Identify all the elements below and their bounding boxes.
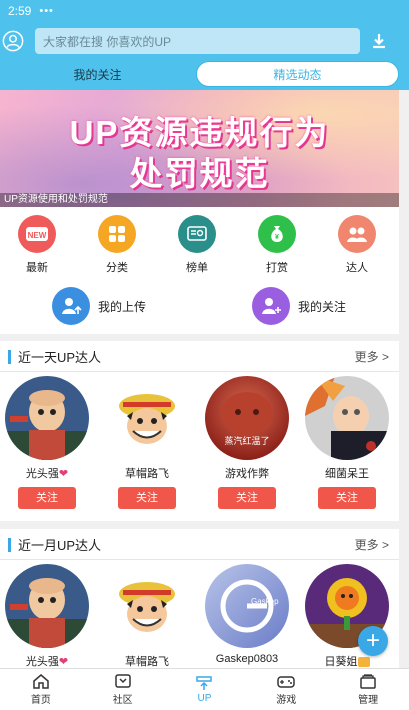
feed-tabs: 我的关注 精选动态 bbox=[0, 61, 409, 87]
menu-label-category: 分类 bbox=[106, 262, 128, 274]
uploader-card[interactable]: 蒸汽红温了 游戏作弊 关注 bbox=[205, 376, 289, 509]
gamepad-icon bbox=[277, 676, 296, 688]
section-month-experts: 近一月UP达人 更多 > 光头强❤ 草帽路飞 Gaskep Gaskep0803… bbox=[0, 529, 399, 668]
svg-text:¥: ¥ bbox=[275, 234, 279, 241]
profile-icon[interactable] bbox=[2, 30, 24, 52]
user-follow-icon bbox=[252, 287, 290, 325]
status-time: 2:59 bbox=[8, 4, 32, 18]
user-upload-icon bbox=[52, 287, 90, 325]
uploader-card[interactable]: 光头强❤ 关注 bbox=[5, 376, 89, 509]
new-badge-icon: NEW bbox=[18, 215, 56, 253]
search-placeholder: 大家都在搜 你喜欢的UP bbox=[43, 34, 172, 49]
status-dots: ••• bbox=[39, 5, 54, 17]
top-bar: 2:59 ••• 大家都在搜 你喜欢的UP 我的关注 精选动态 bbox=[0, 0, 409, 90]
menu-item-ranking[interactable]: 榜单 bbox=[172, 215, 222, 275]
section-header-day: 近一天UP达人 更多 > bbox=[0, 341, 399, 372]
my-follows-button[interactable]: 我的关注 bbox=[252, 287, 346, 325]
more-link-day[interactable]: 更多 > bbox=[355, 348, 389, 365]
section-divider bbox=[0, 371, 399, 372]
grid-icon bbox=[98, 215, 136, 253]
avatar[interactable] bbox=[5, 376, 89, 460]
my-uploads-label: 我的上传 bbox=[98, 299, 147, 314]
section-accent-bar bbox=[8, 538, 11, 552]
bottom-nav: 首页 社区 UP 游戏 管理 bbox=[0, 668, 409, 710]
uploader-card[interactable]: 细菌呆王 关注 bbox=[305, 376, 389, 509]
menu-label-reward: 打赏 bbox=[266, 262, 288, 274]
nav-manage[interactable]: 管理 bbox=[327, 669, 409, 710]
menu-item-category[interactable]: 分类 bbox=[92, 215, 142, 275]
svg-text:NEW: NEW bbox=[28, 231, 47, 240]
tab-featured[interactable]: 精选动态 bbox=[196, 61, 399, 87]
more-link-month[interactable]: 更多 > bbox=[355, 536, 389, 553]
nav-community[interactable]: 社区 bbox=[82, 669, 164, 710]
heart-icon: ❤ bbox=[58, 656, 69, 668]
avatar[interactable] bbox=[105, 376, 189, 460]
manage-icon bbox=[360, 674, 376, 689]
menu-label-newest: 最新 bbox=[26, 262, 48, 274]
section-title-month: 近一月UP达人 bbox=[18, 537, 102, 553]
my-follows-label: 我的关注 bbox=[298, 299, 347, 314]
follow-button[interactable]: 关注 bbox=[318, 487, 376, 509]
menu-item-newest[interactable]: NEW 最新 bbox=[12, 215, 62, 275]
avatar[interactable] bbox=[105, 564, 189, 648]
section-accent-bar bbox=[8, 350, 11, 364]
section-divider bbox=[0, 559, 399, 560]
banner-title-line2: 处罚规范 bbox=[129, 155, 270, 192]
nav-community-label: 社区 bbox=[112, 695, 133, 706]
tab-my-follow[interactable]: 我的关注 bbox=[0, 61, 195, 87]
banner[interactable]: UP资源违规行为 处罚规范 UP资源使用和处罚规范 bbox=[0, 90, 399, 207]
svg-text:Gaskep: Gaskep bbox=[251, 597, 279, 606]
people-icon bbox=[338, 215, 376, 253]
svg-text:蒸汽红温了: 蒸汽红温了 bbox=[224, 435, 269, 447]
uploader-card[interactable]: 草帽路飞 bbox=[105, 564, 189, 668]
download-icon[interactable] bbox=[370, 32, 388, 50]
avatar[interactable] bbox=[305, 376, 389, 460]
menu-label-ranking: 榜单 bbox=[186, 262, 208, 274]
community-icon bbox=[114, 674, 131, 688]
menu-label-experts: 达人 bbox=[346, 262, 368, 274]
menu-panel: NEW 最新 分类 榜单 ¥ 打赏 达人 我的上传 我的关注 bbox=[0, 207, 399, 334]
uploader-card[interactable]: 草帽路飞 关注 bbox=[105, 376, 189, 509]
my-uploads-button[interactable]: 我的上传 bbox=[52, 287, 146, 325]
avatar[interactable]: 蒸汽红温了 bbox=[205, 376, 289, 460]
crown-icon bbox=[357, 657, 370, 668]
status-bar: 2:59 ••• bbox=[0, 0, 409, 20]
home-icon bbox=[33, 674, 49, 689]
uploader-name: 光头强❤ bbox=[25, 656, 69, 668]
follow-button[interactable]: 关注 bbox=[18, 487, 76, 509]
upload-icon bbox=[196, 676, 213, 690]
uploader-card[interactable]: Gaskep Gaskep0803 bbox=[205, 564, 289, 665]
certificate-icon bbox=[178, 215, 216, 253]
banner-caption: UP资源使用和处罚规范 bbox=[0, 193, 399, 207]
money-bag-icon: ¥ bbox=[258, 215, 296, 253]
avatar[interactable] bbox=[5, 564, 89, 648]
uploader-card[interactable]: 光头强❤ bbox=[5, 564, 89, 668]
follow-button[interactable]: 关注 bbox=[118, 487, 176, 509]
uploader-name: 光头强❤ bbox=[25, 468, 69, 480]
add-fab-button[interactable]: + bbox=[358, 626, 388, 656]
menu-item-reward[interactable]: ¥ 打赏 bbox=[252, 215, 302, 275]
uploader-name: 游戏作弊 bbox=[225, 468, 269, 480]
follow-button[interactable]: 关注 bbox=[218, 487, 276, 509]
nav-manage-label: 管理 bbox=[358, 695, 379, 706]
nav-home-label: 首页 bbox=[30, 695, 51, 706]
avatar[interactable]: Gaskep bbox=[205, 564, 289, 648]
uploader-name: 草帽路飞 bbox=[125, 656, 169, 668]
search-input[interactable]: 大家都在搜 你喜欢的UP bbox=[35, 28, 360, 54]
menu-item-experts[interactable]: 达人 bbox=[332, 215, 382, 275]
uploader-name: Gaskep0803 bbox=[215, 653, 279, 665]
nav-up[interactable]: UP bbox=[164, 669, 246, 710]
section-title-day: 近一天UP达人 bbox=[18, 349, 102, 365]
nav-home[interactable]: 首页 bbox=[0, 669, 82, 710]
heart-icon: ❤ bbox=[58, 468, 69, 480]
nav-games-label: 游戏 bbox=[276, 695, 297, 706]
uploader-name: 细菌呆王 bbox=[325, 468, 369, 480]
nav-up-label: UP bbox=[197, 693, 212, 704]
search-row: 大家都在搜 你喜欢的UP bbox=[0, 28, 409, 56]
section-day-experts: 近一天UP达人 更多 > 光头强❤ 关注 草帽路飞 关注 蒸汽红温了 游戏作弊 … bbox=[0, 341, 399, 521]
nav-games[interactable]: 游戏 bbox=[245, 669, 327, 710]
section-header-month: 近一月UP达人 更多 > bbox=[0, 529, 399, 560]
uploader-name: 草帽路飞 bbox=[125, 468, 169, 480]
